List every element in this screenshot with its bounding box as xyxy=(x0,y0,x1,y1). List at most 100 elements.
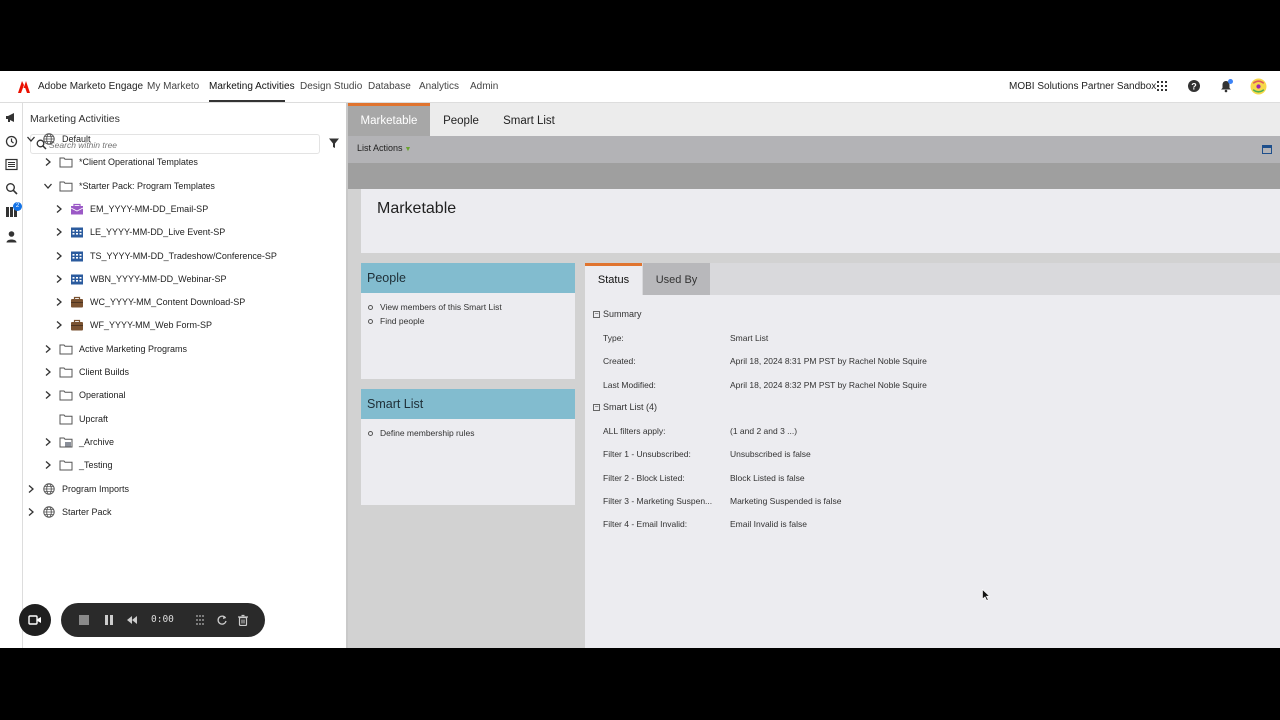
row-label-filter-4: Filter 4 - Email Invalid: xyxy=(603,519,688,529)
maximize-icon[interactable] xyxy=(1262,145,1272,154)
tree-node[interactable]: WF_YYYY-MM_Web Form-SP xyxy=(54,316,212,334)
tree-node[interactable]: WBN_YYYY-MM-DD_Webinar-SP xyxy=(54,270,227,288)
link-define-rules[interactable]: Define membership rules xyxy=(368,428,575,438)
smart-list-section-toggle[interactable]: − Smart List (4) xyxy=(593,402,657,412)
link-label: Find people xyxy=(380,316,425,326)
help-icon[interactable]: ? xyxy=(1187,79,1201,93)
avatar[interactable] xyxy=(1250,78,1267,95)
folder-icon xyxy=(59,367,73,378)
row-label-modified: Last Modified: xyxy=(603,380,656,390)
chevron-right-icon[interactable] xyxy=(54,251,64,261)
left-rail: 2 xyxy=(0,103,23,648)
tree-node[interactable]: Operational xyxy=(43,386,126,404)
nav-marketing-activities[interactable]: Marketing Activities xyxy=(209,81,295,92)
bullet-icon xyxy=(368,304,373,310)
default-program-icon xyxy=(71,320,83,331)
chevron-down-icon[interactable] xyxy=(43,181,53,191)
smart-list-card-title: Smart List xyxy=(361,389,575,419)
nav-design-studio[interactable]: Design Studio xyxy=(300,81,362,92)
tree-node[interactable]: Starter Pack xyxy=(26,503,112,521)
tree-node[interactable]: LE_YYYY-MM-DD_Live Event-SP xyxy=(54,223,225,241)
globe-icon xyxy=(43,482,55,495)
stop-icon[interactable] xyxy=(78,614,90,626)
history-icon[interactable] xyxy=(5,135,18,148)
email-program-icon xyxy=(70,203,84,215)
tree-node[interactable]: WC_YYYY-MM_Content Download-SP xyxy=(54,293,245,311)
tab-people[interactable]: People xyxy=(430,103,492,136)
tree-node-label: _Archive xyxy=(79,436,115,447)
link-view-members[interactable]: View members of this Smart List xyxy=(368,302,575,312)
brand-name[interactable]: Adobe Marketo Engage xyxy=(38,81,143,92)
tree-node[interactable]: Default xyxy=(26,130,91,148)
tree-node[interactable]: TS_YYYY-MM-DD_Tradeshow/Conference-SP xyxy=(54,247,277,265)
summary-section-toggle[interactable]: − Summary xyxy=(593,309,642,319)
row-value-type: Smart List xyxy=(730,333,769,343)
tree-node[interactable]: _Archive xyxy=(43,433,114,451)
tree-node-label: EM_YYYY-MM-DD_Email-SP xyxy=(90,203,209,214)
bell-icon[interactable] xyxy=(1219,79,1233,93)
row-value-modified: April 18, 2024 8:32 PM PST by Rachel Nob… xyxy=(730,380,927,390)
app-grid-icon[interactable] xyxy=(1155,79,1169,93)
chevron-right-icon[interactable] xyxy=(26,507,36,517)
folder-icon xyxy=(59,460,73,471)
row-label-filter-3: Filter 3 - Marketing Suspen... xyxy=(603,496,713,506)
drag-handle-icon[interactable] xyxy=(194,614,206,626)
camera-button[interactable] xyxy=(19,604,51,636)
asset-header: Marketable xyxy=(361,189,1280,253)
toolbar-band xyxy=(348,163,1280,189)
nav-admin[interactable]: Admin xyxy=(470,81,498,92)
row-value-filter-1: Unsubscribed is false xyxy=(730,449,811,459)
filter-icon[interactable] xyxy=(328,137,340,149)
rewind-icon[interactable] xyxy=(126,614,138,626)
list-icon[interactable] xyxy=(5,158,18,171)
trash-icon[interactable] xyxy=(237,614,249,626)
chevron-right-icon[interactable] xyxy=(43,390,53,400)
chevron-right-icon[interactable] xyxy=(43,157,53,167)
chevron-right-icon[interactable] xyxy=(43,344,53,354)
chevron-right-icon[interactable] xyxy=(43,437,53,447)
chevron-right-icon[interactable] xyxy=(43,367,53,377)
chevron-right-icon[interactable] xyxy=(26,484,36,494)
link-find-people[interactable]: Find people xyxy=(368,316,575,326)
asset-title: Marketable xyxy=(377,200,457,217)
tree-node-label: Upcraft xyxy=(79,413,109,424)
tree-node[interactable]: _Testing xyxy=(43,456,113,474)
restart-icon[interactable] xyxy=(216,614,228,626)
chevron-right-icon[interactable] xyxy=(54,227,64,237)
tree-node[interactable]: Active Marketing Programs xyxy=(43,340,187,358)
chevron-right-icon[interactable] xyxy=(43,460,53,470)
chevron-right-icon[interactable] xyxy=(54,204,64,214)
smart-list-heading: Smart List (4) xyxy=(603,402,658,412)
tree-node[interactable]: Client Builds xyxy=(43,363,129,381)
tree-node-label: _Testing xyxy=(79,460,113,471)
tree-node[interactable]: Program Imports xyxy=(26,480,129,498)
tree-node[interactable]: *Starter Pack: Program Templates xyxy=(43,177,215,195)
nav-database[interactable]: Database xyxy=(368,81,411,92)
nav-analytics[interactable]: Analytics xyxy=(419,81,459,92)
megaphone-icon[interactable] xyxy=(5,111,18,124)
tree-node-label: Client Builds xyxy=(79,367,130,377)
pause-icon[interactable] xyxy=(103,614,115,626)
tab-marketable[interactable]: Marketable xyxy=(348,103,430,136)
chevron-down-icon[interactable] xyxy=(26,134,36,144)
chevron-right-icon[interactable] xyxy=(54,274,64,284)
tab-status[interactable]: Status xyxy=(585,263,642,295)
instance-name[interactable]: MOBI Solutions Partner Sandbox xyxy=(1009,81,1156,92)
list-actions-menu[interactable]: List Actions ▼ xyxy=(357,143,411,153)
search-icon[interactable] xyxy=(5,182,18,195)
nav-my-marketo[interactable]: My Marketo xyxy=(147,81,199,92)
person-icon[interactable] xyxy=(5,230,18,243)
tree-node[interactable]: *Client Operational Templates xyxy=(43,153,198,171)
chevron-right-icon[interactable] xyxy=(54,320,64,330)
details-tabbar: Status Used By xyxy=(585,263,1280,295)
tab-smart-list[interactable]: Smart List xyxy=(492,103,566,136)
tree-node[interactable]: Upcraft xyxy=(43,410,108,428)
main-panel: Marketable People Smart List List Action… xyxy=(348,103,1280,648)
tree-node[interactable]: EM_YYYY-MM-DD_Email-SP xyxy=(54,200,208,218)
tab-used-by[interactable]: Used By xyxy=(643,263,710,295)
collapse-icon: − xyxy=(593,403,600,411)
chevron-right-icon[interactable] xyxy=(54,297,64,307)
bullet-icon xyxy=(368,430,373,436)
link-label: Define membership rules xyxy=(380,428,475,438)
row-label-created: Created: xyxy=(603,356,636,366)
